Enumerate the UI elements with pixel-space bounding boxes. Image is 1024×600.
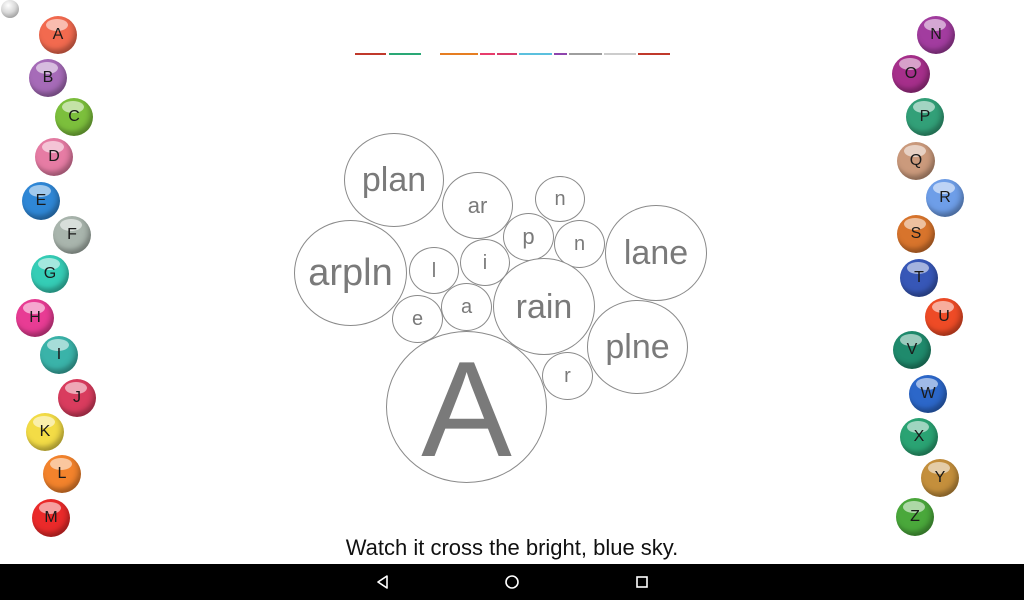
letter-label: W: [920, 385, 936, 402]
home-circle-icon: [505, 575, 519, 589]
letter-label: F: [67, 226, 77, 243]
word-bubble-lane[interactable]: lane: [605, 205, 707, 301]
letter-label: J: [73, 389, 81, 406]
letter-label: P: [919, 108, 931, 125]
target-sentence: Watch it cross the bright, blue sky.: [345, 535, 679, 560]
word-bubble-cluster: plan ar n arpln l i p n lane e a rain pl…: [0, 0, 1024, 564]
letter-label: C: [68, 108, 80, 125]
word-bubble-n[interactable]: n: [535, 176, 585, 222]
letter-label: L: [57, 465, 67, 482]
word-bubble-big-a[interactable]: A: [386, 331, 547, 483]
letter-label: B: [42, 69, 54, 86]
word-bubble-p[interactable]: p: [503, 213, 554, 261]
back-button[interactable]: [363, 564, 403, 600]
letter-label: I: [56, 346, 62, 363]
letter-label: V: [906, 341, 918, 358]
word-bubble-arpln[interactable]: arpln: [294, 220, 407, 326]
letter-label: Z: [910, 508, 920, 525]
letter-label: N: [930, 26, 942, 43]
recents-button[interactable]: [622, 564, 662, 600]
letter-label: G: [43, 265, 57, 282]
letter-label: R: [939, 189, 951, 206]
game-board: A B C D E F G H I J K L M N O P Q R S T …: [0, 0, 1024, 564]
letter-label: Y: [934, 469, 946, 486]
letter-label: T: [914, 269, 924, 286]
word-bubble-plan[interactable]: plan: [344, 133, 444, 227]
recents-square-icon: [636, 576, 648, 588]
letter-label: M: [44, 509, 58, 526]
back-triangle-icon: [377, 575, 388, 589]
letter-label: A: [52, 26, 64, 43]
letter-label: Q: [909, 152, 923, 169]
letter-label: X: [913, 428, 925, 445]
letter-label: O: [904, 65, 918, 82]
system-navigation-bar: [0, 564, 1024, 600]
word-bubble-ar[interactable]: ar: [442, 172, 513, 239]
word-bubble-a[interactable]: a: [441, 283, 492, 331]
word-bubble-r[interactable]: r: [542, 352, 593, 400]
letter-label: K: [39, 423, 51, 440]
letter-label: E: [35, 192, 47, 209]
letter-label: D: [48, 148, 60, 165]
home-button[interactable]: [492, 564, 532, 600]
letter-label: S: [910, 225, 922, 242]
word-bubble-plne[interactable]: plne: [587, 300, 688, 394]
letter-label: U: [938, 308, 950, 325]
letter-label: H: [29, 309, 41, 326]
